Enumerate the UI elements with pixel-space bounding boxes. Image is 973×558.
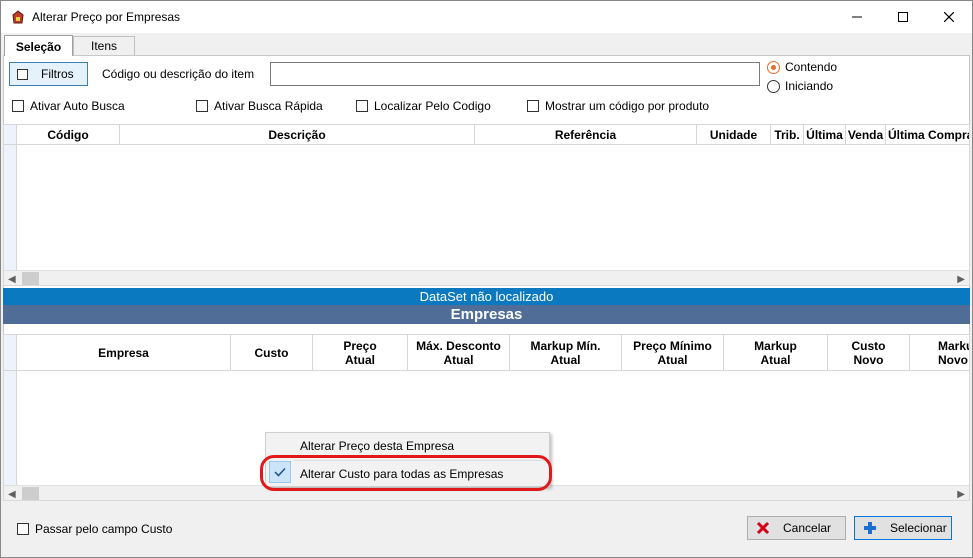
maximize-button[interactable]: [880, 1, 926, 33]
auto-busca-label: Ativar Auto Busca: [30, 99, 125, 113]
dataset-status-bar: DataSet não localizado: [3, 288, 970, 305]
col-empresa[interactable]: Empresa: [17, 335, 231, 370]
app-window: Alterar Preço por Empresas Itens Seleção…: [0, 0, 973, 558]
radio-unselected-icon: [767, 79, 780, 93]
scroll-left-icon[interactable]: ◀: [8, 274, 16, 285]
col-max-desconto-atual[interactable]: Máx. Desconto Atual: [408, 335, 510, 370]
col-codigo[interactable]: Código: [17, 125, 120, 144]
passar-custo-label: Passar pelo campo Custo: [35, 522, 173, 536]
col-descricao[interactable]: Descrição: [120, 125, 475, 144]
app-icon: [10, 9, 26, 25]
search-input[interactable]: [270, 62, 760, 86]
col-markup-min-atual[interactable]: Markup Mín. Atual: [510, 335, 622, 370]
tab-selecao-label: Seleção: [15, 40, 62, 54]
auto-busca-checkbox[interactable]: Ativar Auto Busca: [12, 99, 125, 113]
minimize-icon: [852, 16, 862, 18]
filtros-button[interactable]: Filtros: [9, 62, 88, 86]
items-grid[interactable]: Código Descrição Referência Unidade Trib…: [3, 124, 970, 286]
empresas-grid-header: Empresa Custo Preço Atual Máx. Desconto At…: [4, 335, 969, 371]
plus-icon: [862, 520, 878, 536]
filtros-label: Filtros: [41, 67, 74, 81]
close-icon: [944, 12, 954, 22]
search-label: Código ou descrição do item: [102, 67, 255, 81]
localizar-codigo-label: Localizar Pelo Codigo: [374, 99, 491, 113]
filtros-icon: [17, 68, 28, 80]
radio-iniciando[interactable]: Iniciando: [767, 79, 833, 93]
busca-rapida-checkbox[interactable]: Ativar Busca Rápida: [196, 99, 323, 113]
tab-strip: Itens Seleção: [1, 33, 972, 56]
radio-contendo[interactable]: Contendo: [767, 60, 837, 74]
radio-iniciando-label: Iniciando: [785, 79, 834, 93]
col-venda[interactable]: Venda: [846, 125, 886, 144]
mostrar-codigo-checkbox[interactable]: Mostrar um código por produto: [527, 99, 709, 113]
tab-itens-label: Itens: [90, 39, 117, 53]
menu-item-label: Alterar Preço desta Empresa: [300, 439, 455, 453]
checkbox-icon: [17, 523, 29, 535]
red-x-icon: [755, 520, 771, 536]
scroll-right-icon[interactable]: ▶: [957, 274, 965, 285]
col-referencia[interactable]: Referência: [475, 125, 697, 144]
radio-contendo-label: Contendo: [785, 60, 838, 74]
col-preco-atual[interactable]: Preço Atual: [313, 335, 408, 370]
checkbox-icon: [356, 100, 368, 112]
scroll-left-icon[interactable]: ◀: [8, 489, 16, 500]
radio-selected-icon: [767, 60, 780, 74]
col-custo-novo[interactable]: Custo Novo: [828, 335, 910, 370]
maximize-icon: [898, 12, 908, 22]
empresas-header-bar: Empresas: [3, 305, 970, 324]
tab-itens[interactable]: Itens: [73, 36, 135, 55]
passar-custo-checkbox[interactable]: Passar pelo campo Custo: [17, 522, 172, 536]
title-bar: Alterar Preço por Empresas: [1, 1, 972, 33]
scroll-thumb[interactable]: [22, 487, 39, 500]
localizar-codigo-checkbox[interactable]: Localizar Pelo Codigo: [356, 99, 491, 113]
col-ultima[interactable]: Última: [804, 125, 846, 144]
scroll-thumb[interactable]: [22, 272, 39, 285]
select-button[interactable]: Selecionar: [854, 516, 952, 540]
cancel-label: Cancelar: [783, 521, 832, 535]
items-horizontal-scrollbar[interactable]: ◀ ▶: [4, 270, 969, 285]
minimize-button[interactable]: [834, 1, 880, 33]
annotation-highlight: [260, 455, 552, 491]
col-unidade[interactable]: Unidade: [697, 125, 771, 144]
checkbox-icon: [196, 100, 208, 112]
window-title: Alterar Preço por Empresas: [32, 10, 181, 24]
col-trib[interactable]: Trib.: [771, 125, 804, 144]
row-indicator-column: [4, 125, 17, 270]
mostrar-codigo-label: Mostrar um código por produto: [545, 99, 710, 113]
cancel-button[interactable]: Cancelar: [747, 516, 846, 540]
col-custo[interactable]: Custo: [231, 335, 313, 370]
tab-selecao[interactable]: Seleção: [4, 35, 73, 56]
scroll-right-icon[interactable]: ▶: [957, 489, 965, 500]
col-markup-atual[interactable]: Markup Atual: [724, 335, 828, 370]
select-label: Selecionar: [890, 521, 947, 535]
col-ultima-compra[interactable]: Última Compra: [886, 125, 969, 144]
busca-rapida-label: Ativar Busca Rápida: [214, 99, 323, 113]
checkbox-icon: [12, 100, 24, 112]
col-markup-novo[interactable]: Marku Novo: [910, 335, 969, 370]
col-preco-minimo-atual[interactable]: Preço Mínimo Atual: [622, 335, 724, 370]
items-grid-header: Código Descrição Referência Unidade Trib…: [4, 125, 969, 145]
close-button[interactable]: [926, 1, 972, 33]
checkbox-icon: [527, 100, 539, 112]
